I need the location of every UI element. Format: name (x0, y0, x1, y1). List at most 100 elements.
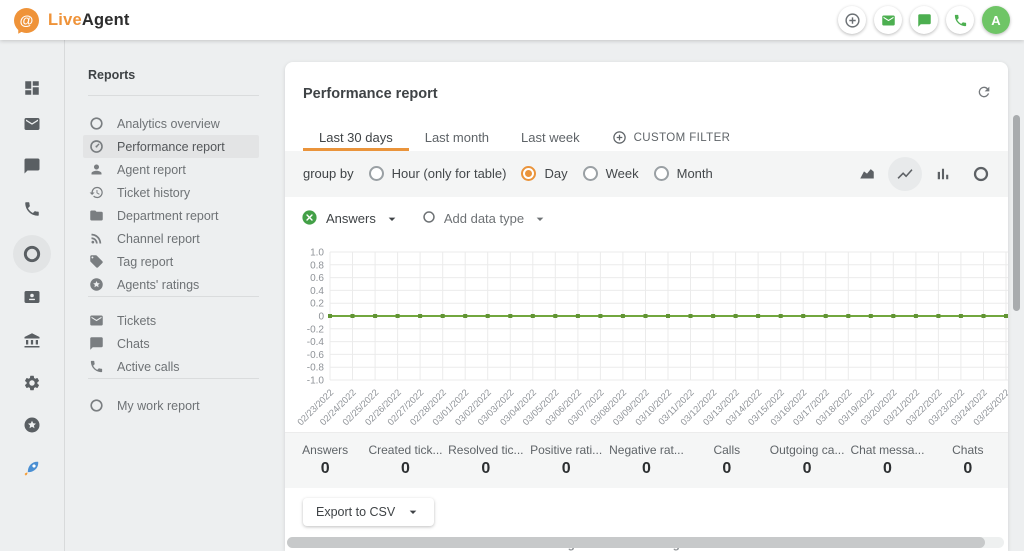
rail-item-chat[interactable] (13, 147, 51, 185)
circle-icon (89, 116, 104, 131)
sidebar-item-label: Analytics overview (117, 117, 220, 131)
rail-item-star-circle[interactable] (13, 406, 51, 444)
tab-last-30-days[interactable]: Last 30 days (303, 125, 409, 151)
series-row: Answers Add data type (285, 197, 1008, 241)
group-by-label: group by (303, 166, 354, 181)
new-ticket-button[interactable] (874, 6, 902, 34)
radio-button-icon (369, 166, 384, 181)
sidebar-item-analytics-overview[interactable]: Analytics overview (83, 112, 259, 135)
radio-label: Month (677, 166, 713, 181)
summary-stat: Chats0 (928, 433, 1008, 488)
new-call-button[interactable] (946, 6, 974, 34)
chart-type-line-chart[interactable] (888, 157, 922, 191)
sidebar-item-performance-report[interactable]: Performance report (83, 135, 259, 158)
sidebar-item-ticket-history[interactable]: Ticket history (83, 181, 259, 204)
sidebar-item-tickets[interactable]: Tickets (83, 309, 259, 332)
date-range-tabs: Last 30 days Last month Last weekCUSTOM FI… (285, 125, 1008, 151)
rss-icon (88, 231, 104, 246)
summary-stat-label: Positive rati... (530, 443, 602, 457)
phone-icon (88, 359, 104, 374)
rail-item-rocket[interactable] (13, 449, 51, 487)
liveagent-logo[interactable]: @ LiveAgent (14, 8, 130, 33)
summary-stat: Outgoing ca...0 (767, 433, 847, 488)
star-circle-icon (89, 277, 104, 292)
tab-last-week[interactable]: Last week (505, 125, 596, 151)
chat-icon (917, 13, 932, 28)
summary-stat-label: Chat messa... (850, 443, 924, 457)
sidebar-item-tag-report[interactable]: Tag report (83, 250, 259, 273)
phone-icon (89, 359, 104, 374)
tab-label: Last 30 days (319, 130, 393, 145)
topbar-actions: A (838, 6, 1010, 34)
sidebar-item-label: Ticket history (117, 186, 190, 200)
summary-stat: Created tick...0 (365, 433, 445, 488)
add-button[interactable] (838, 6, 866, 34)
circle-icon (88, 116, 104, 131)
sidebar-item-chats[interactable]: Chats (83, 332, 259, 355)
chat-icon (23, 157, 41, 175)
tab-label: Last month (425, 130, 489, 145)
radio-week[interactable]: Week (583, 166, 639, 181)
add-data-type-button[interactable]: Add data type (422, 210, 548, 227)
chart-type-donut-chart[interactable] (964, 157, 998, 191)
sidebar-item-label: Agent report (117, 163, 186, 177)
star-circle-icon (23, 416, 41, 434)
sidebar-item-agent-report[interactable]: Agent report (83, 158, 259, 181)
radio-day[interactable]: Day (521, 166, 567, 181)
speedometer-icon (89, 139, 104, 154)
new-chat-button[interactable] (910, 6, 938, 34)
sidebar-item-agents-ratings[interactable]: Agents' ratings (83, 273, 259, 296)
speedometer-icon (88, 139, 104, 154)
tab-custom-filter[interactable]: CUSTOM FILTER (596, 125, 747, 151)
reports-icon (22, 244, 42, 264)
svg-text:-0.6: -0.6 (307, 350, 325, 361)
summary-stat-value: 0 (883, 460, 892, 478)
summary-stat-value: 0 (562, 460, 571, 478)
rail-item-reports[interactable] (13, 235, 51, 273)
sidebar-item-my-work-report[interactable]: My work report (83, 394, 259, 417)
envelope-icon (89, 313, 104, 328)
chart-type-area-chart[interactable] (850, 157, 884, 191)
summary-stat: Chat messa... 0 (847, 433, 927, 488)
circle-icon (422, 210, 436, 224)
summary-stat-value: 0 (401, 460, 410, 478)
sidebar-item-channel-report[interactable]: Channel report (83, 227, 259, 250)
vertical-scrollbar[interactable] (1013, 115, 1020, 311)
tab-last-month[interactable]: Last month (409, 125, 505, 151)
phone-icon (23, 200, 41, 218)
add-data-type-label: Add data type (444, 211, 524, 226)
rail-item-dashboard[interactable] (13, 69, 51, 107)
sidebar-item-active-calls[interactable]: Active calls (83, 355, 259, 378)
summary-stat-label: Calls (713, 443, 740, 457)
radio-button-icon (654, 166, 669, 181)
svg-text:0.6: 0.6 (310, 273, 324, 284)
rail-item-envelope[interactable] (13, 105, 51, 143)
export-csv-button[interactable]: Export to CSV (303, 498, 434, 526)
radio-label: Week (606, 166, 639, 181)
horizontal-scrollbar-track[interactable] (287, 537, 1004, 548)
export-row: Export to CSV (285, 488, 1008, 530)
rail-item-gear[interactable] (13, 364, 51, 402)
sidebar-item-label: Tickets (117, 314, 156, 328)
sidebar-item-label: Chats (117, 337, 150, 351)
radio-month[interactable]: Month (654, 166, 713, 181)
summary-stats: Answers0Created tick...0Resolved tic...0… (285, 432, 1008, 488)
refresh-button[interactable] (976, 84, 992, 105)
user-avatar[interactable]: A (982, 6, 1010, 34)
history-icon (88, 185, 104, 200)
rail-item-contacts[interactable] (13, 278, 51, 316)
horizontal-scrollbar-thumb[interactable] (287, 537, 985, 548)
phone-icon (953, 13, 968, 28)
rail-item-phone[interactable] (13, 190, 51, 228)
radio-hour-only-for-table[interactable]: Hour (only for table) (369, 166, 507, 181)
remove-circle-icon (301, 209, 318, 226)
summary-stat-value: 0 (963, 460, 972, 478)
rail-item-bank[interactable] (13, 321, 51, 359)
sidebar-item-label: Agents' ratings (117, 278, 199, 292)
series-chip-answers[interactable]: Answers (301, 209, 400, 229)
chart-type-bar-chart[interactable] (926, 157, 960, 191)
nav-rail (0, 40, 65, 551)
summary-stat: Negative rat...0 (606, 433, 686, 488)
sidebar-item-department-report[interactable]: Department report (83, 204, 259, 227)
folder-icon (88, 208, 104, 223)
